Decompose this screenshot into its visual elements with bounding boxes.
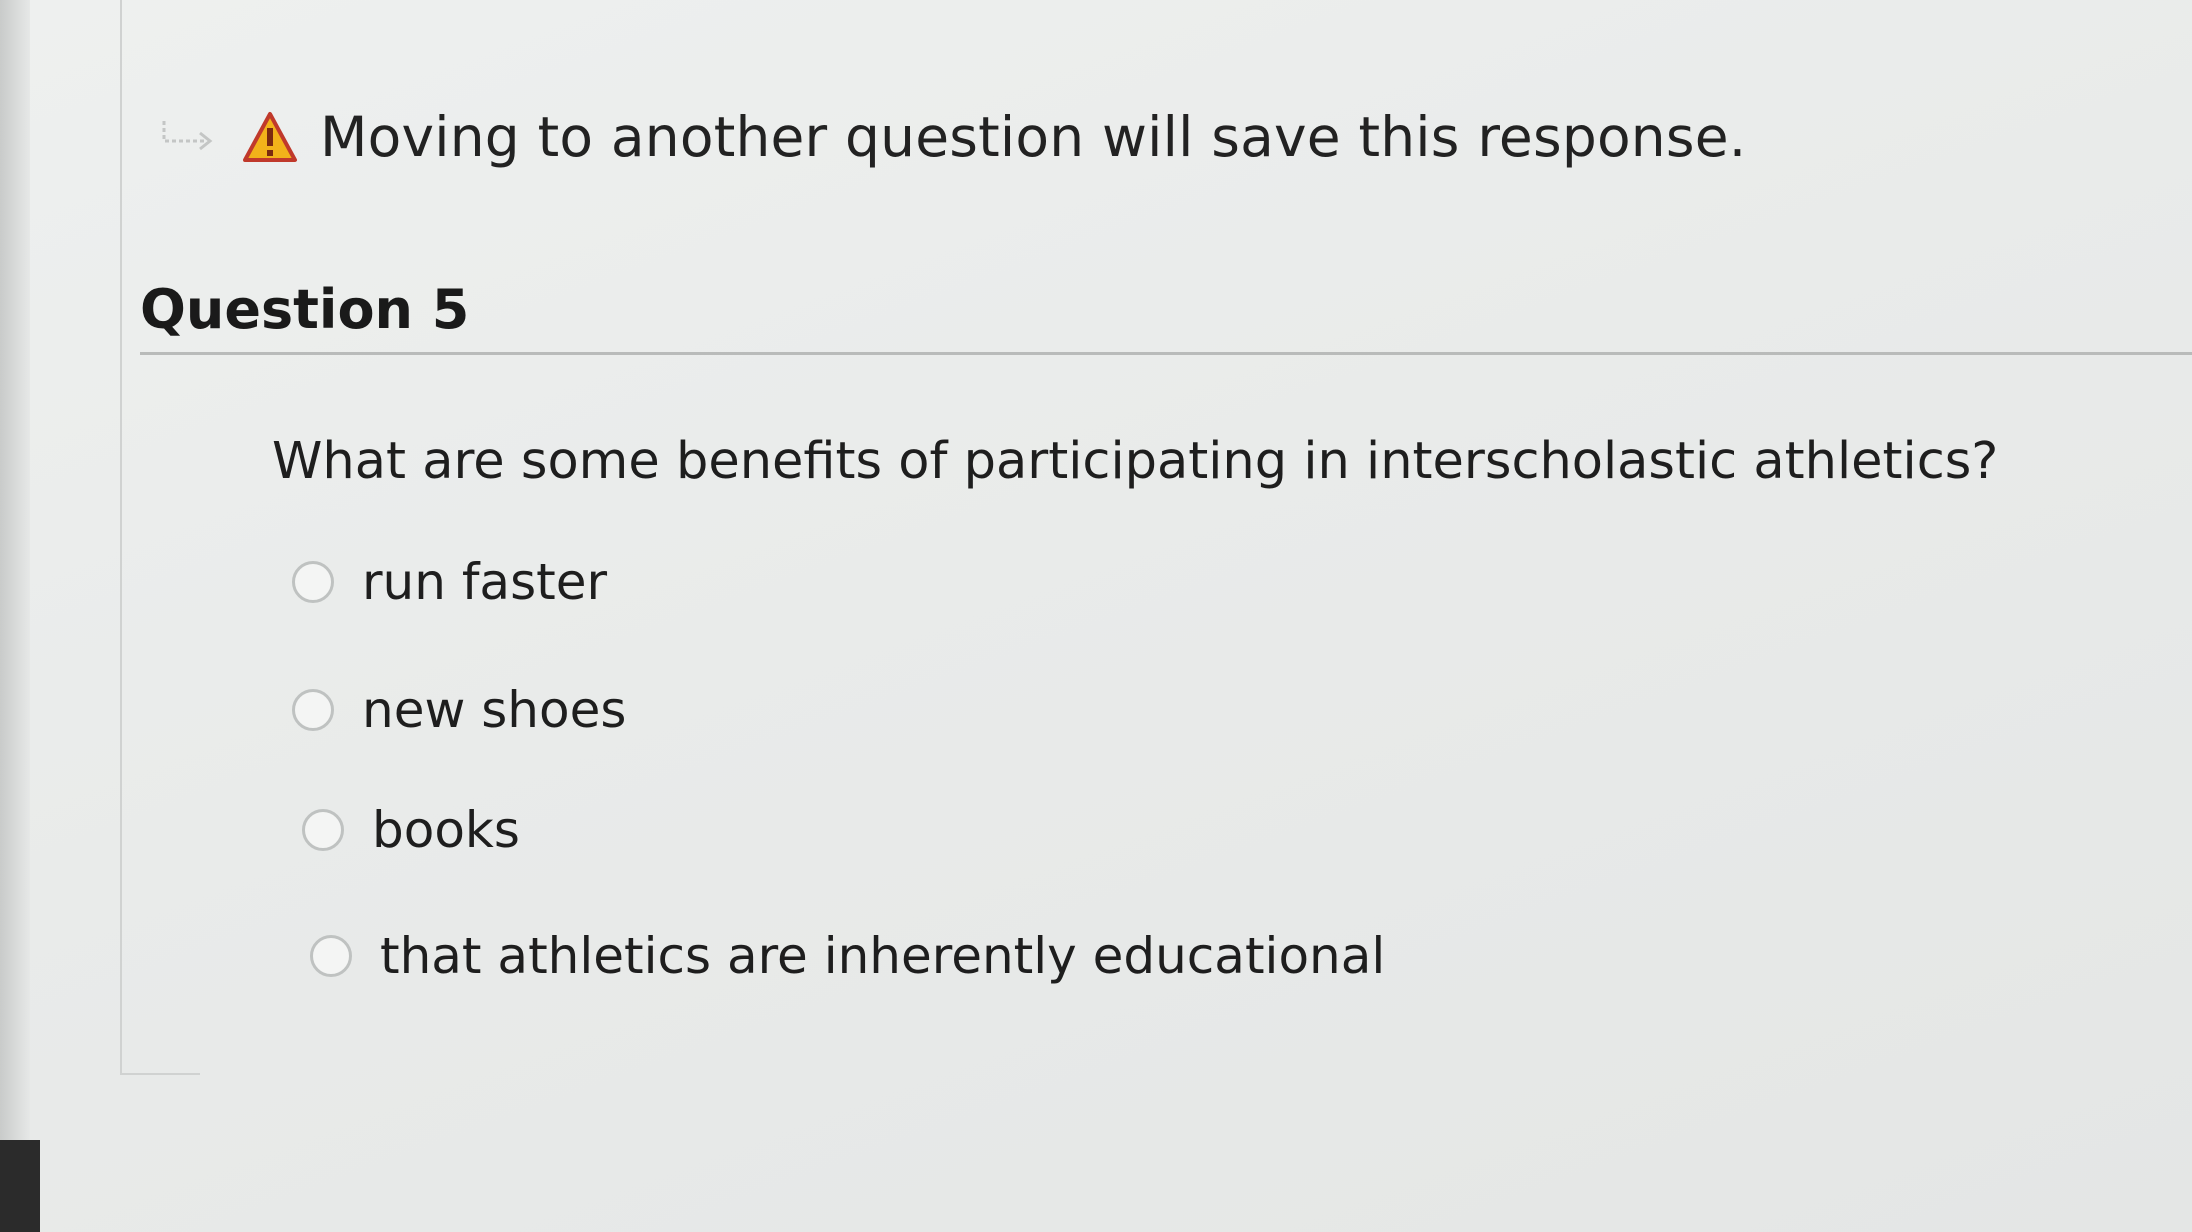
save-notice: Moving to another question will save thi…: [160, 105, 1746, 169]
question-frame-border-bottom: [120, 1073, 200, 1075]
answer-option[interactable]: run faster: [292, 552, 1385, 612]
answer-option-label[interactable]: books: [372, 801, 520, 859]
heading-divider: [140, 352, 2192, 355]
radio-button[interactable]: [292, 689, 334, 731]
question-prompt: What are some benefits of participating …: [272, 432, 1999, 491]
answer-option-label[interactable]: that athletics are inherently educationa…: [380, 927, 1385, 985]
question-frame-border: [120, 0, 122, 1075]
next-arrow-icon: [162, 121, 213, 151]
radio-button[interactable]: [310, 935, 352, 977]
bezel-shadow: [0, 1140, 40, 1232]
answer-option-label[interactable]: new shoes: [362, 681, 626, 739]
question-heading: Question 5: [140, 278, 470, 341]
answer-option-label[interactable]: run faster: [362, 553, 607, 611]
save-notice-text: Moving to another question will save thi…: [320, 105, 1747, 169]
radio-button[interactable]: [302, 809, 344, 851]
warning-icon: [243, 112, 297, 162]
screen-edge: [0, 0, 30, 1232]
answer-option[interactable]: books: [302, 800, 1385, 860]
answer-option[interactable]: new shoes: [292, 680, 1385, 740]
answer-options: run faster new shoes books that athletic…: [292, 552, 1385, 986]
answer-option[interactable]: that athletics are inherently educationa…: [310, 926, 1385, 986]
radio-button[interactable]: [292, 561, 334, 603]
